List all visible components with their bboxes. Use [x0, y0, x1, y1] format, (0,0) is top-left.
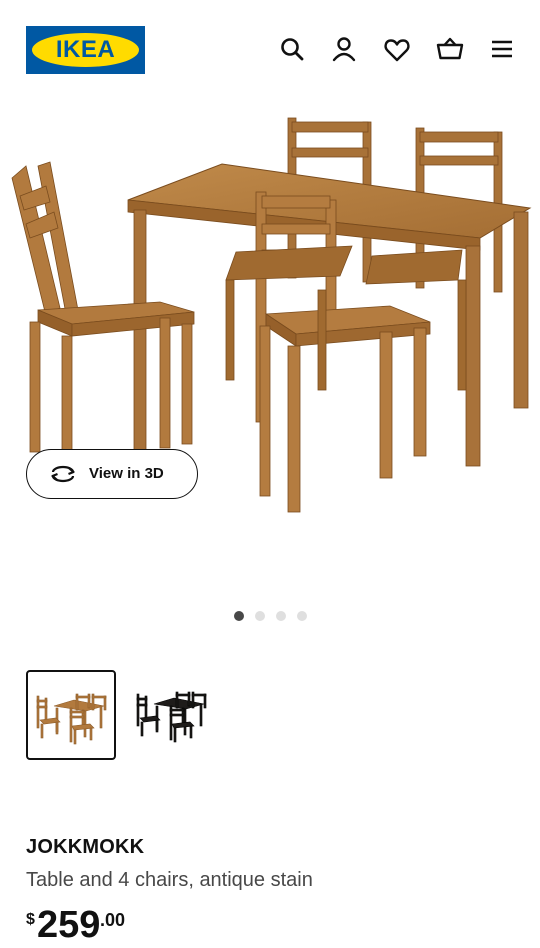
header: IKEA — [0, 0, 540, 100]
heart-icon[interactable] — [381, 33, 413, 65]
account-icon[interactable] — [328, 33, 360, 65]
product-description: Table and 4 chairs, antique stain — [26, 869, 313, 891]
product-main-image[interactable] — [0, 100, 540, 600]
product-name: JOKKMOKK — [26, 836, 145, 858]
thumbnail-black-brown[interactable] — [128, 670, 218, 760]
carousel-dot-3[interactable] — [276, 611, 286, 621]
thumbnail-image — [136, 691, 207, 743]
ikea-logo[interactable]: IKEA — [26, 26, 145, 74]
price-currency: $ — [26, 911, 35, 928]
thumbnail-image — [36, 693, 107, 745]
rotate-3d-icon — [51, 465, 75, 483]
view-in-3d-button[interactable]: View in 3D — [26, 449, 198, 499]
carousel-dot-1[interactable] — [234, 611, 244, 621]
cart-icon[interactable] — [434, 33, 466, 65]
thumbnail-antique-stain[interactable] — [26, 670, 116, 760]
price-decimal: .00 — [100, 910, 126, 930]
menu-icon[interactable] — [486, 33, 518, 65]
carousel-dot-2[interactable] — [255, 611, 265, 621]
price-integer: 259 — [37, 904, 101, 946]
carousel-dot-4[interactable] — [297, 611, 307, 621]
view-in-3d-label: View in 3D — [89, 465, 164, 482]
search-icon[interactable] — [276, 33, 308, 65]
logo-text: IKEA — [55, 36, 116, 63]
